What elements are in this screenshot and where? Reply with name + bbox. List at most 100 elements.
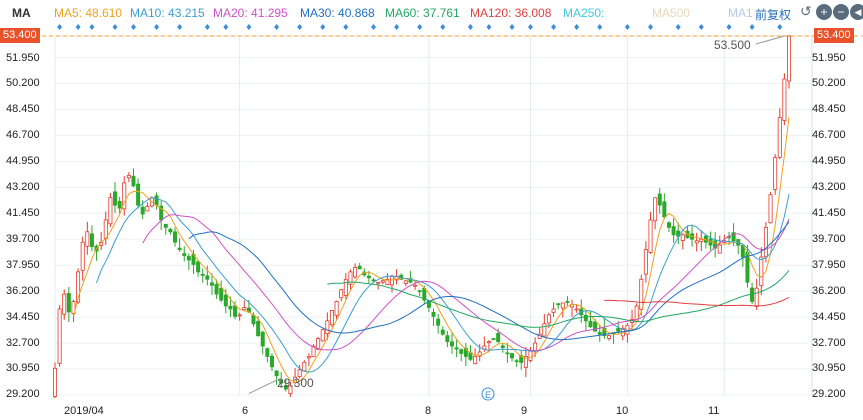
x-tick: 11 xyxy=(708,405,720,417)
y-tick-right: 43.200 xyxy=(812,181,846,193)
y-tick-left: 44.950 xyxy=(6,155,40,167)
candle-body xyxy=(228,305,233,310)
current-price-badge-right: 53.400 xyxy=(814,28,854,43)
candle-body xyxy=(357,265,362,270)
candle-body xyxy=(103,219,108,239)
candle-body xyxy=(182,253,187,256)
candle-body xyxy=(759,256,764,287)
candle-body xyxy=(62,293,67,315)
y-tick-right: 39.700 xyxy=(812,233,846,245)
candle-body xyxy=(606,335,611,339)
candle-body xyxy=(648,219,653,253)
x-tick: 9 xyxy=(521,405,528,417)
candle-body xyxy=(717,244,722,254)
high-price-annotation: 53.500 xyxy=(714,38,751,52)
candle-body xyxy=(565,300,570,303)
y-tick-right: 29.200 xyxy=(812,388,846,400)
candle-body xyxy=(237,314,242,317)
candle-body xyxy=(200,274,205,276)
candle-body xyxy=(491,338,496,341)
candle-body xyxy=(126,175,131,179)
candle-body xyxy=(782,78,787,121)
candle-body xyxy=(486,341,491,344)
adjust-mode-label[interactable]: 前复权 xyxy=(755,6,791,23)
candle-body xyxy=(671,226,676,236)
candle-body xyxy=(768,194,773,224)
x-tick: 6 xyxy=(242,405,249,417)
candle-body xyxy=(413,284,418,287)
legend-ma10: MA10: 43.215 xyxy=(130,6,205,20)
candle-body xyxy=(108,197,113,225)
candle-body xyxy=(302,361,307,372)
zoom-in-icon[interactable]: + xyxy=(816,4,832,20)
zoom-out-icon[interactable]: − xyxy=(833,4,849,20)
y-tick-left: 51.950 xyxy=(6,52,40,64)
candle-body xyxy=(329,310,334,326)
candle-body xyxy=(593,321,598,332)
candle-body xyxy=(694,240,699,244)
candle-body xyxy=(325,320,330,334)
candle-body xyxy=(265,348,270,357)
candle-body xyxy=(343,278,348,296)
candle-body xyxy=(473,356,478,365)
candle-body xyxy=(639,278,644,310)
chart-canvas: E xyxy=(0,24,863,401)
candle-body xyxy=(256,321,261,337)
legend-bar: MA MA5: 48.610 MA10: 43.215 MA20: 41.295… xyxy=(0,0,863,26)
legend-ma1: MA1 xyxy=(728,6,753,20)
candle-body xyxy=(233,305,238,317)
candle-body xyxy=(773,157,778,190)
y-tick-right: 51.950 xyxy=(812,52,846,64)
candle-body xyxy=(145,206,150,212)
candle-body xyxy=(657,193,662,206)
candle-body xyxy=(85,231,90,247)
candle-body xyxy=(131,175,136,187)
y-tick-left: 34.450 xyxy=(6,311,40,323)
y-tick-left: 46.700 xyxy=(6,129,40,141)
candle-body xyxy=(556,303,561,306)
scroll-left-icon[interactable]: ◀ xyxy=(850,4,863,20)
candle-body xyxy=(173,231,178,243)
y-tick-left: 41.450 xyxy=(6,207,40,219)
y-tick-left: 50.200 xyxy=(6,77,40,89)
candle-body xyxy=(440,329,445,335)
legend-ma500: MA500 xyxy=(652,6,691,20)
candle-body xyxy=(251,314,256,325)
current-price-badge-left: 53.400 xyxy=(0,28,40,43)
candle-body xyxy=(445,335,450,342)
candle-body xyxy=(205,275,210,280)
candle-body xyxy=(223,294,228,307)
candle-body xyxy=(339,289,344,299)
candle-body xyxy=(542,323,547,337)
legend-ma20: MA20: 41.295 xyxy=(213,6,288,20)
candle-body xyxy=(209,282,214,286)
candle-body xyxy=(514,360,519,363)
y-tick-right: 37.950 xyxy=(812,259,846,271)
candle-body xyxy=(505,352,510,355)
y-tick-left: 39.700 xyxy=(6,233,40,245)
candle-body xyxy=(699,238,704,242)
y-tick-right: 50.200 xyxy=(812,77,846,89)
candle-body xyxy=(454,347,459,350)
y-tick-right: 36.200 xyxy=(812,285,846,297)
candle-body xyxy=(500,345,505,348)
candle-body xyxy=(371,279,376,282)
candle-body xyxy=(214,283,219,295)
candle-body xyxy=(219,288,224,301)
y-tick-right: 48.450 xyxy=(812,103,846,115)
ma-indicator-label[interactable]: MA xyxy=(12,6,31,20)
undo-icon[interactable]: ↺ xyxy=(800,3,812,20)
legend-ma30: MA30: 40.868 xyxy=(300,6,375,20)
candle-body xyxy=(269,355,274,368)
y-tick-right: 46.700 xyxy=(812,129,846,141)
y-tick-left: 32.700 xyxy=(6,337,40,349)
candle-body xyxy=(80,241,85,271)
y-tick-left: 30.950 xyxy=(6,362,40,374)
candle-body xyxy=(787,35,792,82)
x-tick: 8 xyxy=(425,405,432,417)
candle-body xyxy=(260,331,265,347)
candle-body xyxy=(431,311,436,317)
legend-ma5: MA5: 48.610 xyxy=(54,6,123,20)
candle-body xyxy=(583,315,588,322)
candle-body xyxy=(196,261,201,273)
